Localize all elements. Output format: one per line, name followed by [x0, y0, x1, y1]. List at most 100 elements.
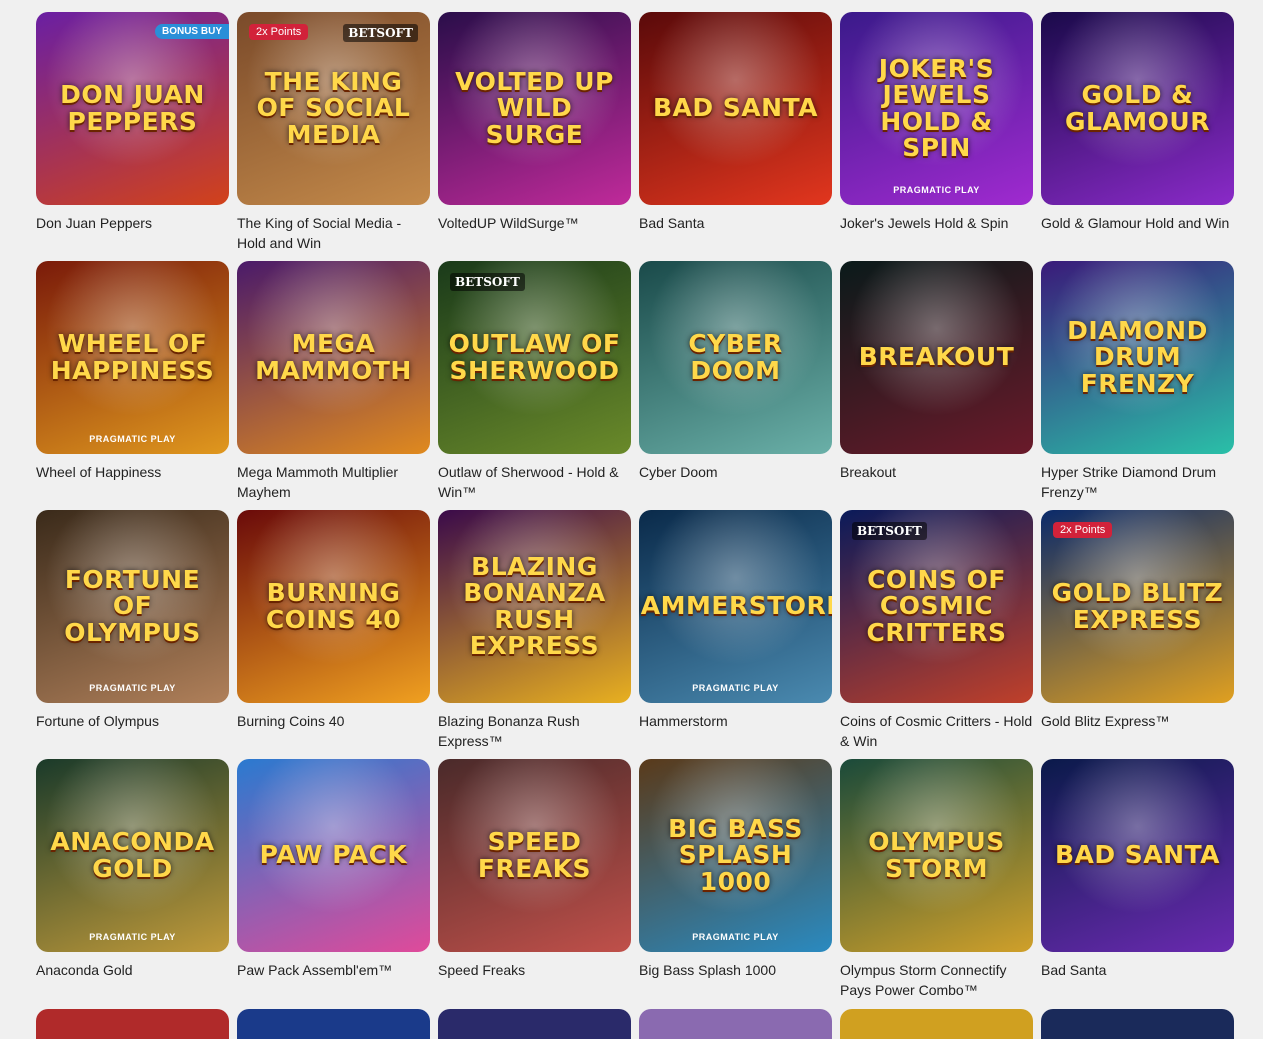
game-thumbnail[interactable]: OUTLAW OF SHERWOOD BETSOFT	[438, 261, 631, 454]
game-thumbnail[interactable]: SPEED FREAKS	[438, 759, 631, 952]
game-thumbnail[interactable]: WHEEL OF HAPPINESS PRAGMATIC PLAY	[36, 261, 229, 454]
game-title[interactable]: Cyber Doom	[639, 462, 832, 482]
game-title[interactable]: Blazing Bonanza Rush Express™	[438, 711, 631, 751]
game-card[interactable]: DIAMOND DRUM FRENZY Hyper Strike Diamond …	[1041, 261, 1234, 510]
game-card[interactable]: JOKER'S JEWELS HOLD & SPIN PRAGMATIC PLAY…	[840, 12, 1033, 261]
game-grid: DON JUAN PEPPERS BONUS BUY Don Juan Pepper…	[36, 12, 1234, 1008]
game-title[interactable]: Hyper Strike Diamond Drum Frenzy™	[1041, 462, 1234, 502]
game-thumbnail[interactable]: COINS OF COSMIC CRITTERS BETSOFT	[840, 510, 1033, 703]
game-title[interactable]: Gold Blitz Express™	[1041, 711, 1234, 731]
bonus-buy-badge: BONUS BUY	[154, 24, 229, 39]
game-thumbnail[interactable]: PAW PACK	[237, 759, 430, 952]
game-title[interactable]: Coins of Cosmic Critters - Hold & Win	[840, 711, 1033, 751]
game-logo-text: GOLD BLITZ EXPRESS	[1051, 578, 1224, 634]
game-card[interactable]: HAMMERSTORM PRAGMATIC PLAY Hammerstorm	[639, 510, 832, 759]
game-logo-text: COINS OF COSMIC CRITTERS	[866, 565, 1007, 647]
game-thumbnail-partial[interactable]	[639, 1009, 832, 1039]
game-card[interactable]: FORTUNE OF OLYMPUS PRAGMATIC PLAY Fortune …	[36, 510, 229, 759]
game-card[interactable]: BIG BASS SPLASH 1000 PRAGMATIC PLAY Big Ba…	[639, 759, 832, 1008]
game-logo-text: BIG BASS SPLASH 1000	[668, 814, 803, 896]
game-title[interactable]: VoltedUP WildSurge™	[438, 213, 631, 233]
game-logo-text: BAD SANTA	[1054, 840, 1221, 870]
game-title[interactable]: Wheel of Happiness	[36, 462, 229, 482]
game-logo-text: OUTLAW OF SHERWOOD	[448, 329, 621, 385]
game-card[interactable]: BREAKOUT Breakout	[840, 261, 1033, 510]
provider-logo: BETSOFT	[343, 24, 418, 42]
game-card[interactable]: BAD SANTA Bad Santa	[639, 12, 832, 261]
game-thumbnail[interactable]: GOLD BLITZ EXPRESS 2x Points	[1041, 510, 1234, 703]
provider-label: PRAGMATIC PLAY	[692, 683, 779, 693]
provider-label: PRAGMATIC PLAY	[692, 932, 779, 942]
game-thumbnail[interactable]: BIG BASS SPLASH 1000 PRAGMATIC PLAY	[639, 759, 832, 952]
game-title[interactable]: Anaconda Gold	[36, 960, 229, 980]
game-thumbnail[interactable]: BAD SANTA	[1041, 759, 1234, 952]
game-thumbnail[interactable]: HAMMERSTORM PRAGMATIC PLAY	[639, 510, 832, 703]
game-thumbnail[interactable]: JOKER'S JEWELS HOLD & SPIN PRAGMATIC PLAY	[840, 12, 1033, 205]
points-badge: 2x Points	[249, 24, 309, 40]
game-card[interactable]: SPEED FREAKS Speed Freaks	[438, 759, 631, 1008]
game-thumbnail[interactable]: DIAMOND DRUM FRENZY	[1041, 261, 1234, 454]
game-logo-text: DIAMOND DRUM FRENZY	[1067, 316, 1208, 398]
game-card[interactable]: VOLTED UP WILD SURGE VoltedUP WildSurge™	[438, 12, 631, 261]
game-card[interactable]: THE KING OF SOCIAL MEDIA 2x Points BETSOFT…	[237, 12, 430, 261]
game-thumbnail[interactable]: THE KING OF SOCIAL MEDIA 2x Points BETSOFT	[237, 12, 430, 205]
game-thumbnail[interactable]: FORTUNE OF OLYMPUS PRAGMATIC PLAY	[36, 510, 229, 703]
game-title[interactable]: Breakout	[840, 462, 1033, 482]
game-logo-text: WHEEL OF HAPPINESS	[50, 329, 215, 385]
game-thumbnail[interactable]: BREAKOUT	[840, 261, 1033, 454]
game-title[interactable]: Hammerstorm	[639, 711, 832, 731]
game-thumbnail-partial[interactable]	[1041, 1009, 1234, 1039]
game-card[interactable]: BURNING COINS 40 Burning Coins 40	[237, 510, 430, 759]
game-thumbnail-partial[interactable]	[237, 1009, 430, 1039]
game-thumbnail[interactable]: DON JUAN PEPPERS BONUS BUY	[36, 12, 229, 205]
game-card[interactable]: ANACONDA GOLD PRAGMATIC PLAY Anaconda Gold	[36, 759, 229, 1008]
game-card[interactable]: COINS OF COSMIC CRITTERS BETSOFT Coins of …	[840, 510, 1033, 759]
game-card[interactable]: OUTLAW OF SHERWOOD BETSOFT Outlaw of Sherw…	[438, 261, 631, 510]
game-title[interactable]: Don Juan Peppers	[36, 213, 229, 233]
game-thumbnail[interactable]: BLAZING BONANZA RUSH EXPRESS	[438, 510, 631, 703]
game-card[interactable]: MEGA MAMMOTH Mega Mammoth Multiplier Mayh…	[237, 261, 430, 510]
game-card[interactable]: WHEEL OF HAPPINESS PRAGMATIC PLAY Wheel of…	[36, 261, 229, 510]
game-thumbnail[interactable]: CYBER DOOM	[639, 261, 832, 454]
game-thumbnail-partial[interactable]	[840, 1009, 1033, 1039]
provider-logo: BETSOFT	[450, 273, 525, 291]
game-card[interactable]: GOLD BLITZ EXPRESS 2x Points Gold Blitz Ex…	[1041, 510, 1234, 759]
game-card[interactable]: OLYMPUS STORM Olympus Storm Connectify Pa…	[840, 759, 1033, 1008]
game-logo-text: HAMMERSTORM	[639, 591, 832, 621]
game-title[interactable]: Fortune of Olympus	[36, 711, 229, 731]
game-title[interactable]: The King of Social Media - Hold and Win	[237, 213, 430, 253]
game-title[interactable]: Gold & Glamour Hold and Win	[1041, 213, 1234, 233]
game-title[interactable]: Olympus Storm Connectify Pays Power Comb…	[840, 960, 1033, 1000]
game-title[interactable]: Paw Pack Assembl'em™	[237, 960, 430, 980]
game-logo-text: BLAZING BONANZA RUSH EXPRESS	[463, 552, 606, 660]
game-title[interactable]: Bad Santa	[1041, 960, 1234, 980]
game-thumbnail-partial[interactable]	[438, 1009, 631, 1039]
game-card[interactable]: BLAZING BONANZA RUSH EXPRESS Blazing Bona…	[438, 510, 631, 759]
game-title[interactable]: Speed Freaks	[438, 960, 631, 980]
points-badge: 2x Points	[1053, 522, 1113, 538]
game-title[interactable]: Big Bass Splash 1000	[639, 960, 832, 980]
game-card[interactable]: CYBER DOOM Cyber Doom	[639, 261, 832, 510]
game-title[interactable]: Bad Santa	[639, 213, 832, 233]
game-thumbnail[interactable]: BURNING COINS 40	[237, 510, 430, 703]
game-title[interactable]: Burning Coins 40	[237, 711, 430, 731]
game-logo-text: BREAKOUT	[858, 342, 1015, 372]
game-thumbnail[interactable]: ANACONDA GOLD PRAGMATIC PLAY	[36, 759, 229, 952]
game-thumbnail[interactable]: BAD SANTA	[639, 12, 832, 205]
game-card[interactable]: PAW PACK Paw Pack Assembl'em™	[237, 759, 430, 1008]
game-logo-text: GOLD & GLAMOUR	[1065, 80, 1210, 136]
game-logo-text: THE KING OF SOCIAL MEDIA	[256, 67, 411, 149]
game-thumbnail[interactable]: VOLTED UP WILD SURGE	[438, 12, 631, 205]
game-logo-text: VOLTED UP WILD SURGE	[455, 67, 614, 149]
game-title[interactable]: Mega Mammoth Multiplier Mayhem	[237, 462, 430, 502]
game-thumbnail[interactable]: GOLD & GLAMOUR	[1041, 12, 1234, 205]
game-card[interactable]: BAD SANTA Bad Santa	[1041, 759, 1234, 1008]
game-logo-text: JOKER'S JEWELS HOLD & SPIN	[878, 54, 995, 162]
game-thumbnail-partial[interactable]	[36, 1009, 229, 1039]
game-card[interactable]: GOLD & GLAMOUR Gold & Glamour Hold and Wi…	[1041, 12, 1234, 261]
game-thumbnail[interactable]: OLYMPUS STORM	[840, 759, 1033, 952]
game-title[interactable]: Outlaw of Sherwood - Hold & Win™	[438, 462, 631, 502]
game-thumbnail[interactable]: MEGA MAMMOTH	[237, 261, 430, 454]
game-card[interactable]: DON JUAN PEPPERS BONUS BUY Don Juan Pepper…	[36, 12, 229, 261]
game-title[interactable]: Joker's Jewels Hold & Spin	[840, 213, 1033, 233]
